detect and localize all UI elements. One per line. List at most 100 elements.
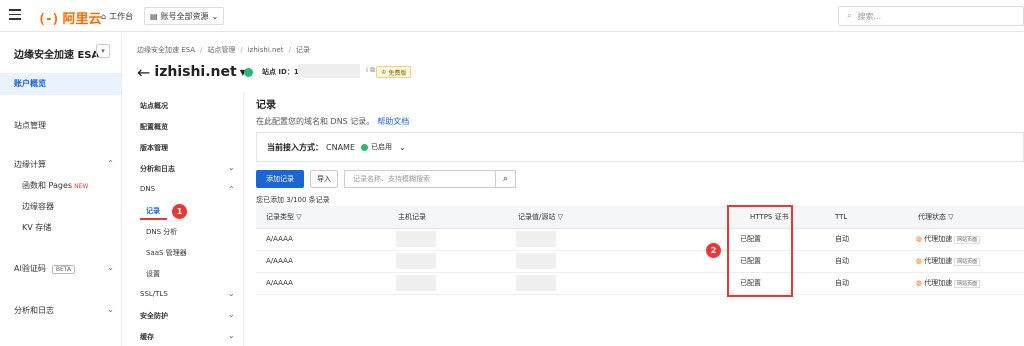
records-toolbar: 添加记录 导入 记录名称、支持模糊搜索 ⌕ [256,170,516,188]
redacted-value [516,253,556,269]
plan-badge: ♔ 免费版 [376,66,412,78]
subnav-analytics-logs[interactable]: 分析和日志 [140,164,175,174]
subnav-security[interactable]: 安全防护 [140,311,168,321]
filter-icon[interactable]: ▽ [948,213,953,221]
chevron-down-icon: ⌄ [107,305,114,314]
filter-icon[interactable]: ▽ [296,213,301,221]
global-search-input[interactable]: ⌕ 搜索... [838,6,1024,26]
proxy-sub-badge: 网站页面 [954,280,981,288]
breadcrumb-item[interactable]: 边缘安全加速 ESA [137,46,195,54]
access-label: 当前接入方式： [267,142,323,152]
page-description: 在此配置您的域名和 DNS 记录。 帮助文档 [256,116,409,127]
chevron-down-icon: ⌄ [228,163,235,172]
column-header[interactable]: 记录值/源站 ▽ [516,206,736,229]
table-row[interactable]: A/AAAA 已配置 自动 ◍ 代理加速 网站页面 [256,272,1024,295]
value-cell [516,228,736,251]
record-count: 您已添加 3/100 条记录 [256,196,330,204]
table-row[interactable]: A/AAAA 已配置 自动 ◍ 代理加速 网站页面 [256,228,1024,251]
sidebar-item-label: 分析和日志 [14,306,54,315]
access-value: CNAME [326,142,355,152]
import-button[interactable]: 导入 [310,170,338,188]
record-type-cell: A/AAAA [256,250,396,273]
status-ok-icon [244,68,253,77]
breadcrumb-item[interactable]: 站点管理 [207,46,235,54]
host-cell [396,272,516,295]
access-mode-box: 当前接入方式： CNAME 已启用 ⌄ [256,132,1024,162]
annotation-marker-2: 2 [706,243,721,258]
site-name[interactable]: izhishi.net [154,64,236,80]
redacted-value [396,253,436,269]
resource-icon: ▤ [150,11,158,21]
sidebar-item-edge-container[interactable]: 边缘容器 [22,201,54,212]
proxy-label: 代理加速 [924,235,953,243]
table-row[interactable]: A/AAAA 已配置 自动 ◍ 代理加速 网站页面 [256,250,1024,273]
record-search-input[interactable]: 记录名称、支持模糊搜索 [344,170,496,188]
breadcrumb-item[interactable]: izhishi.net [248,46,284,54]
sidebar-item-account-overview[interactable]: 账户概览 [0,73,121,95]
ttl-cell: 自动 [831,250,916,273]
chevron-down-icon: ⌄ [107,263,114,272]
sidebar-item-ai-captcha[interactable]: AI验证码 BETA ⌄ [14,263,114,274]
value-cell [516,250,736,273]
sidebar-item-site-management[interactable]: 站点管理 [14,120,46,131]
ttl-cell: 自动 [831,228,916,251]
sidebar-item-edge-compute[interactable]: 边缘计算 ⌃ [14,159,114,170]
sidebar-item-kv-storage[interactable]: KV 存储 [22,222,51,233]
chevron-down-icon[interactable]: ▾ [96,44,110,58]
access-status: 已启用 [361,142,392,152]
back-arrow-icon[interactable]: ← [137,63,150,82]
top-bar: (-) 阿里云 ⌂ 工作台 ▤ 账号全部资源 ⌄ ⌕ 搜索... [0,0,1024,32]
workspace-button[interactable]: ⌂ 工作台 [96,7,138,25]
subnav-cache[interactable]: 缓存 [140,332,154,342]
chevron-down-icon[interactable]: ⌄ [399,143,406,152]
subnav-dns-analytics[interactable]: DNS 分析 [146,227,177,237]
crown-icon: ♔ [381,68,387,76]
subnav-site-overview[interactable]: 站点概况 [140,101,168,111]
subnav-ssl-tls[interactable]: SSL/TLS [140,290,168,298]
subnav-dns[interactable]: DNS [140,185,155,193]
record-type-cell: A/AAAA [256,272,396,295]
breadcrumb-item: 记录 [295,46,310,54]
subnav-version-management[interactable]: 版本管理 [140,143,168,153]
menu-icon[interactable] [9,9,21,21]
filter-icon[interactable]: ▽ [558,213,563,221]
site-id-label: 站点 ID：1 [262,68,299,76]
new-badge: NEW [74,183,89,190]
help-link[interactable]: 帮助文档 [377,117,409,126]
sidebar-item-analytics-logs[interactable]: 分析和日志 ⌄ [14,305,114,316]
subnav-records[interactable]: 记录 [146,206,160,216]
site-id-suffix: i [366,66,368,74]
subnav-saas-manager[interactable]: SaaS 管理器 [146,248,187,258]
column-header[interactable]: 代理状态 ▽ [916,206,1024,229]
copy-icon[interactable]: i ⧉ [366,66,375,75]
chevron-down-icon: ⌄ [211,11,219,21]
table-header-row: 记录类型 ▽ 主机记录 记录值/源站 ▽ HTTPS 证书 TTL 代理状态 ▽ [256,206,1024,229]
search-placeholder: 搜索... [857,11,882,21]
column-header-label: 记录值/源站 [518,212,556,221]
redacted-value [396,231,436,247]
sidebar-item-label: AI验证码 [14,264,46,273]
site-id-redacted [298,64,360,78]
add-record-button[interactable]: 添加记录 [256,170,304,188]
column-header-label: 记录类型 [266,212,294,221]
resource-label: 账号全部资源 [160,11,209,21]
subnav-settings[interactable]: 设置 [146,269,160,279]
sidebar-item-functions-pages[interactable]: 函数和 Pages NEW [22,180,88,191]
proxy-icon: ◍ [916,235,923,243]
column-header[interactable]: 记录类型 ▽ [256,206,396,229]
chevron-up-icon: ⌃ [107,159,114,168]
resource-selector[interactable]: ▤ 账号全部资源 ⌄ [144,7,225,25]
proxy-cell: ◍ 代理加速 网站页面 [916,250,1024,273]
page-title: 记录 [256,100,276,111]
subnav-config-overview[interactable]: 配置概览 [140,122,168,132]
chevron-up-icon: ⌃ [228,185,235,194]
beta-badge: BETA [51,265,76,274]
record-type-cell: A/AAAA [256,228,396,251]
records-table: 记录类型 ▽ 主机记录 记录值/源站 ▽ HTTPS 证书 TTL 代理状态 ▽… [256,206,1024,295]
logo[interactable]: (-) 阿里云 [38,8,102,27]
search-icon[interactable]: ⌕ [496,170,516,188]
chevron-down-icon: ⌄ [228,331,235,340]
proxy-icon: ◍ [916,257,923,265]
annotation-underline [140,218,167,220]
column-header: TTL [831,206,916,229]
